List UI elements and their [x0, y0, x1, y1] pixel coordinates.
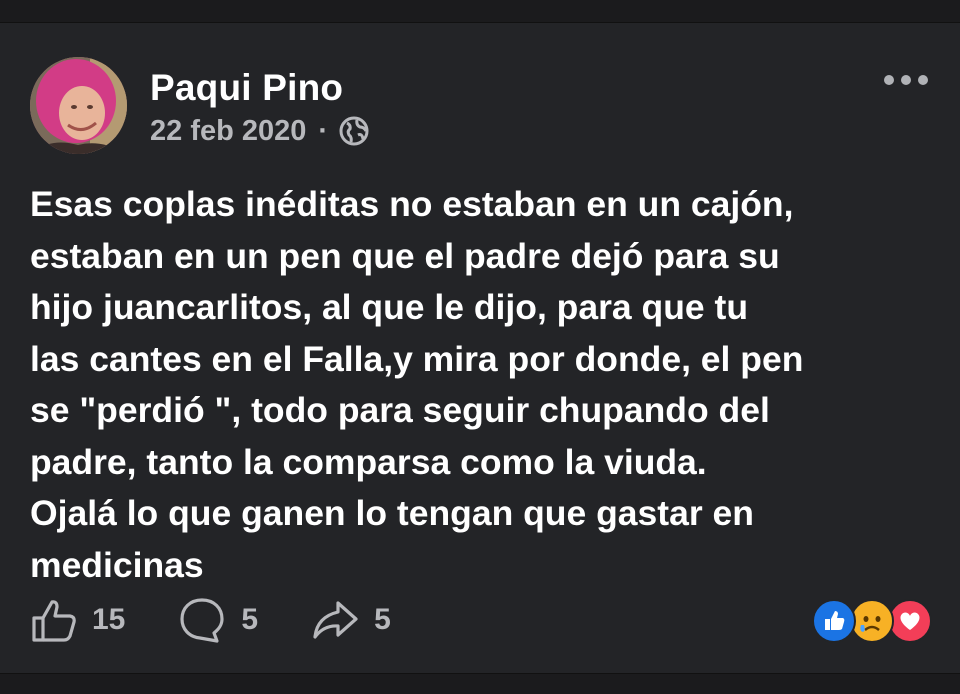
sad-reaction-icon — [850, 599, 894, 643]
avatar[interactable] — [30, 57, 127, 154]
reactions-summary[interactable] — [812, 599, 934, 643]
globe-icon[interactable] — [338, 115, 370, 147]
comment-icon — [180, 598, 224, 643]
love-reaction-icon — [888, 599, 932, 643]
avatar-photo — [30, 57, 127, 154]
comment-button[interactable]: 5 — [177, 595, 258, 645]
comment-count: 5 — [241, 603, 259, 636]
post-date[interactable]: 22 feb 2020 — [150, 115, 306, 148]
like-icon — [32, 600, 76, 642]
meta-separator: · — [318, 114, 329, 147]
share-count: 5 — [374, 603, 391, 636]
more-dot — [918, 75, 928, 85]
like-reaction-icon — [812, 599, 856, 643]
post-actions: 15 5 5 — [30, 595, 443, 645]
more-options-icon[interactable] — [884, 73, 928, 87]
share-icon — [313, 601, 358, 639]
share-button[interactable]: 5 — [310, 595, 391, 645]
post-text: Esas coplas inéditas no estaban en un ca… — [30, 184, 804, 585]
like-button[interactable]: 15 — [30, 596, 125, 644]
more-dot — [884, 75, 894, 85]
like-count: 15 — [92, 603, 126, 636]
author-name[interactable]: Paqui Pino — [150, 67, 343, 109]
more-dot — [901, 75, 911, 85]
post-meta: 22 feb 2020 · — [150, 111, 370, 151]
post-card: Paqui Pino 22 feb 2020 · Esas coplas iné… — [0, 22, 960, 674]
